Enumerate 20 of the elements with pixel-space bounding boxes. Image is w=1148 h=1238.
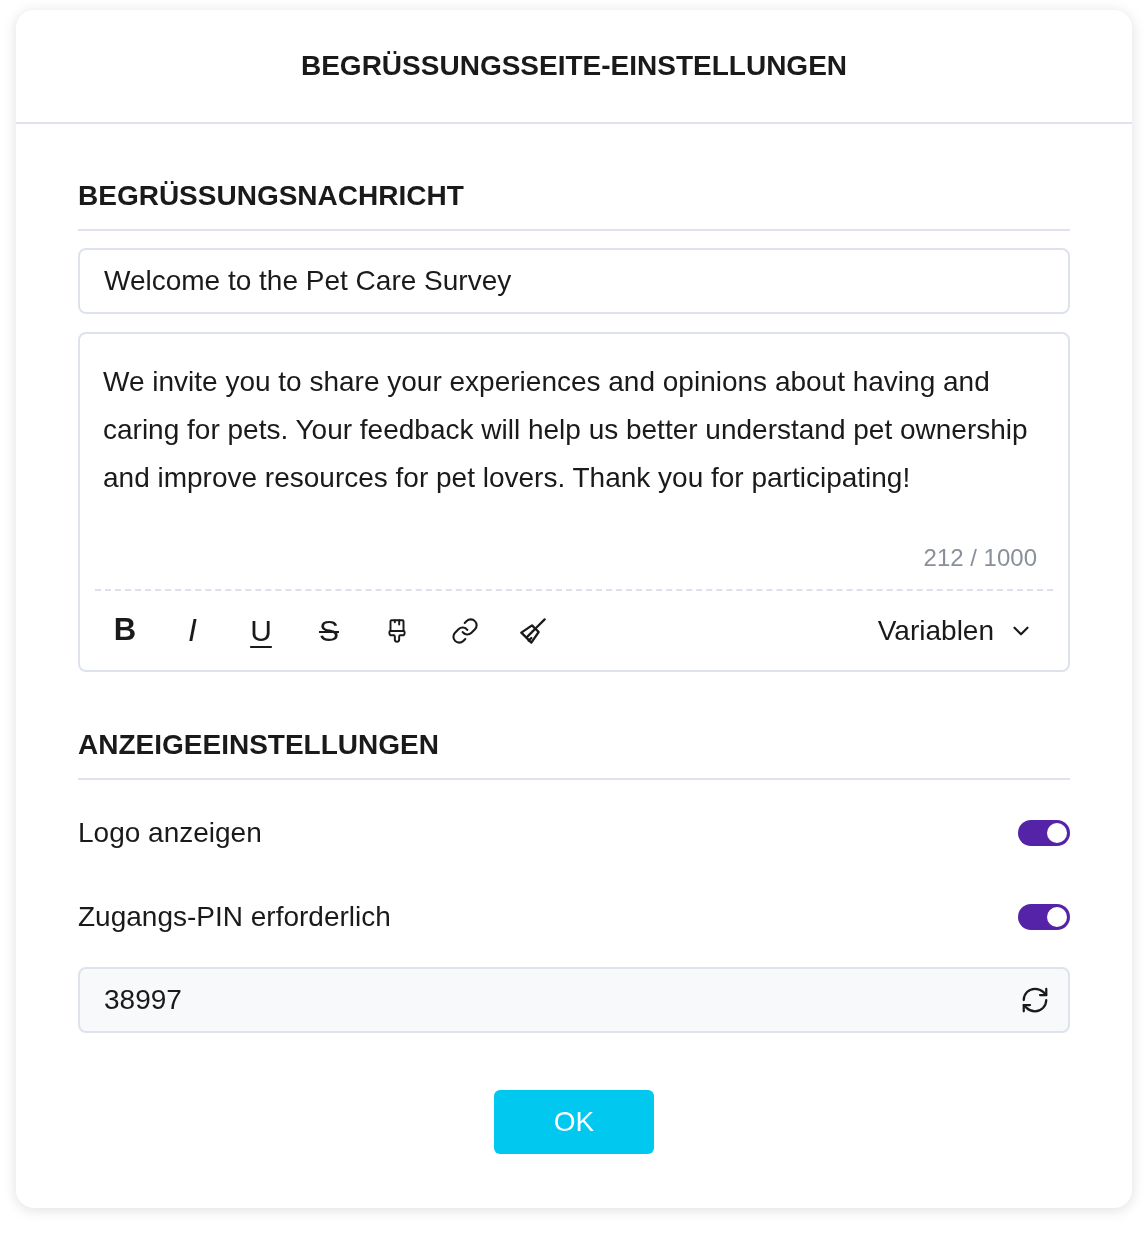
pin-input-field[interactable]: 38997 (78, 967, 1070, 1033)
character-counter: 212 / 1000 (923, 543, 1037, 573)
strikethrough-button[interactable]: S (307, 608, 351, 653)
broom-icon (520, 617, 546, 644)
title-input-field[interactable]: Welcome to the Pet Care Survey (78, 248, 1070, 314)
setting-label: Zugangs-PIN erforderlich (78, 902, 391, 932)
italic-button[interactable]: I (171, 608, 215, 653)
toggle-switch[interactable] (1018, 820, 1070, 846)
dialog-title: BEGRÜSSUNGSSEITE-EINSTELLUNGEN (300, 51, 848, 81)
setting-label: Logo anzeigen (78, 818, 262, 848)
toggle-switch[interactable] (1018, 904, 1070, 930)
pin-value: 38997 (104, 983, 182, 1017)
message-text-area[interactable]: We invite you to share your experiences and opinions about having and caring for pets. Your feedback will help us better understand pet ownership and improve resources for pet lovers. Thank you for participating! (80, 334, 1068, 502)
link-icon (451, 616, 479, 645)
underline-button[interactable]: U (239, 608, 283, 653)
variables-dropdown[interactable]: Variablen (877, 609, 1034, 652)
bold-button[interactable]: B (103, 608, 147, 653)
refresh-icon[interactable] (1020, 985, 1050, 1015)
section-heading: ANZEIGEEINSTELLUNGEN (78, 730, 1070, 780)
section-heading: BEGRÜSSUNGSNACHRICHT (78, 181, 1070, 231)
